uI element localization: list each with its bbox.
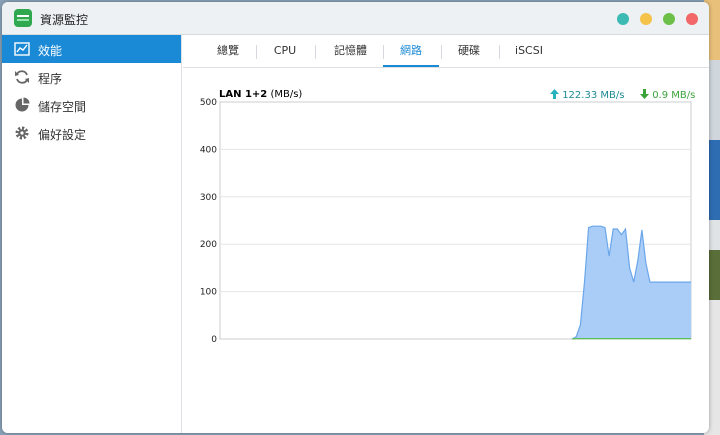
- y-tick-label: 200: [200, 240, 217, 250]
- y-tick-label: 400: [200, 145, 217, 155]
- y-tick-label: 0: [211, 335, 217, 345]
- y-tick-label: 300: [200, 193, 217, 203]
- y-tick-label: 500: [200, 98, 217, 108]
- network-chart: 500 400 300 200 100 0: [200, 98, 692, 345]
- y-tick-label: 100: [200, 288, 217, 298]
